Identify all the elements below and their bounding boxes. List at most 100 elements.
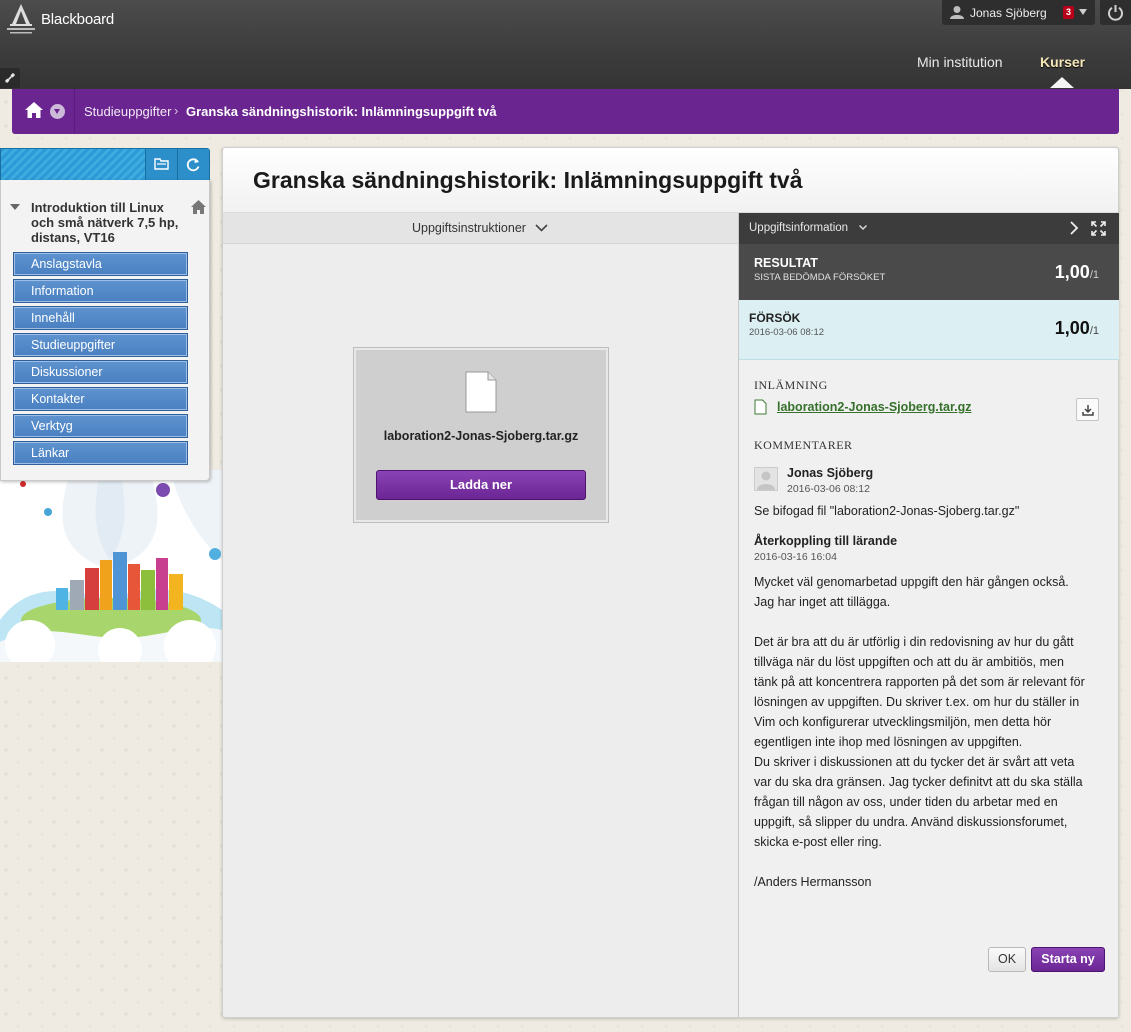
document-icon <box>754 399 767 415</box>
submission-file-link[interactable]: laboration2-Jonas-Sjoberg.tar.gz <box>777 400 971 414</box>
course-menu-toolbar <box>0 148 210 181</box>
attempt-score: 1,00 <box>1054 318 1090 338</box>
feedback-title: Återkoppling till lärande <box>754 534 898 548</box>
course-menu-toggle-icon[interactable] <box>10 204 20 210</box>
link-icon <box>5 73 15 83</box>
feedback-line: egentligen inte ihop med lösningen av up… <box>754 735 1023 749</box>
logout-button[interactable] <box>1100 0 1131 25</box>
file-name: laboration2-Jonas-Sjoberg.tar.gz <box>383 429 579 443</box>
attempt-date: 2016-03-06 08:12 <box>749 327 825 338</box>
course-menu-item-kontakter[interactable]: Kontakter <box>13 387 188 411</box>
feedback-line: Mycket väl genomarbetad uppgift den här … <box>754 575 1069 589</box>
course-menu-item-innehall[interactable]: Innehåll <box>13 306 188 330</box>
ok-button[interactable]: OK <box>988 947 1026 972</box>
expand-icon[interactable] <box>1091 221 1106 236</box>
attempt-grade: 1,00/1 <box>1055 318 1099 339</box>
course-title-line: Introduktion till Linux <box>31 200 164 215</box>
main-content-panel: Granska sändningshistorik: Inlämningsupp… <box>222 147 1119 1018</box>
avatar <box>754 467 778 491</box>
folder-view-button[interactable] <box>145 149 177 180</box>
course-title-line: distans, VT16 <box>31 230 115 245</box>
grade-value: 1,00/1 <box>1055 262 1099 283</box>
user-name: Jonas Sjöberg <box>970 6 1047 20</box>
user-icon <box>757 471 775 490</box>
grade-label: RESULTAT <box>754 256 818 270</box>
comments-heading: KOMMENTARER <box>754 438 853 452</box>
course-menu-item-diskussioner[interactable]: Diskussioner <box>13 360 188 384</box>
breadcrumb-divider <box>74 89 75 134</box>
feedback-line: Det är bra att du är utförlig i din redo… <box>754 635 1074 649</box>
university-logo-icon <box>7 4 35 34</box>
breadcrumb: Studieuppgifter › Granska sändningshisto… <box>12 89 1119 134</box>
quick-links-button[interactable] <box>0 68 20 88</box>
feedback-line: /Anders Hermansson <box>754 875 872 889</box>
instructions-label: Uppgiftsinstruktioner <box>412 221 526 235</box>
chevron-down-icon <box>535 224 548 232</box>
feedback-line: skicka e-post eller ring. <box>754 835 882 849</box>
feedback-line: var du ska dra gränsen. Jag tycker defin… <box>754 775 1083 789</box>
refresh-button[interactable] <box>177 149 209 180</box>
feedback-line: Jag har inget att tillägga. <box>754 595 891 609</box>
grade-sublabel: SISTA BEDÖMDA FÖRSÖKET <box>754 272 886 283</box>
course-menu-item-lankar[interactable]: Länkar <box>13 441 188 465</box>
page-title: Granska sändningshistorik: Inlämningsupp… <box>253 167 803 193</box>
home-icon[interactable] <box>25 102 43 118</box>
info-panel-header: Uppgiftsinformation <box>739 213 1119 244</box>
city-illustration <box>0 470 222 662</box>
tab-my-institution[interactable]: Min institution <box>917 54 1003 70</box>
file-preview-card: laboration2-Jonas-Sjoberg.tar.gz Ladda n… <box>353 347 609 523</box>
active-tab-pointer <box>1050 77 1074 88</box>
feedback-line: Vim och konfigurerar utvecklingsmiljön, … <box>754 715 1052 729</box>
refresh-icon <box>186 158 200 172</box>
instructions-toggle[interactable]: Uppgiftsinstruktioner <box>223 213 738 244</box>
attempt-label: FÖRSÖK <box>749 311 801 325</box>
course-banner-illustration <box>0 470 222 662</box>
page-title-bar: Granska sändningshistorik: Inlämningsupp… <box>223 148 1118 213</box>
notification-badge[interactable]: 3 <box>1063 6 1074 19</box>
comment-date: 2016-03-06 08:12 <box>787 483 870 495</box>
home-icon[interactable] <box>191 200 206 214</box>
course-menu-item-anslagstavla[interactable]: Anslagstavla <box>13 252 188 276</box>
feedback-line: uppgift, så slipper du undra. Använd dis… <box>754 815 1068 829</box>
course-menu-item-verktyg[interactable]: Verktyg <box>13 414 188 438</box>
feedback-line: frågan till någon av oss, under tiden du… <box>754 795 1058 809</box>
breadcrumb-separator: › <box>174 103 179 118</box>
grade-summary: RESULTAT SISTA BEDÖMDA FÖRSÖKET 1,00/1 <box>739 244 1119 300</box>
institution-logo[interactable]: Blackboard <box>2 2 122 36</box>
document-icon <box>465 371 497 413</box>
feedback-line: Du skriver i diskussionen att du tycker … <box>754 755 1075 769</box>
comment-author: Jonas Sjöberg <box>787 466 874 480</box>
feedback-text: Mycket väl genomarbetad uppgift den här … <box>754 572 1109 892</box>
submission-heading: INLÄMNING <box>754 378 828 392</box>
info-panel-title[interactable]: Uppgiftsinformation <box>749 222 848 234</box>
comment-text: Se bifogad fil "laboration2-Jonas-Sjober… <box>754 504 1020 518</box>
tab-courses[interactable]: Kurser <box>1040 54 1085 70</box>
course-menu-item-information[interactable]: Information <box>13 279 188 303</box>
assignment-info-panel: Uppgiftsinformation RESULTAT SISTA BEDÖM… <box>738 213 1119 1017</box>
feedback-line: tillväga när du löst uppgiften och att d… <box>754 655 1064 669</box>
power-icon <box>1108 5 1123 21</box>
feedback-line: lösningen av uppgiften. Du skriver t.ex.… <box>754 695 1080 709</box>
chevron-down-icon[interactable] <box>1079 9 1087 15</box>
chevron-right-icon[interactable] <box>1068 221 1080 235</box>
chevron-down-icon[interactable] <box>859 225 867 230</box>
feedback-line <box>754 852 1109 872</box>
grade-score: 1,00 <box>1054 262 1090 282</box>
feedback-line <box>754 612 1109 632</box>
logo-text: Blackboard <box>41 11 115 28</box>
breadcrumb-menu-icon[interactable] <box>50 104 65 119</box>
download-file-button[interactable] <box>1076 398 1099 421</box>
top-header: Blackboard Jonas Sjöberg 3 Min instituti… <box>0 0 1131 89</box>
attempt-row[interactable]: FÖRSÖK 2016-03-06 08:12 1,00/1 <box>739 300 1119 360</box>
grade-denominator: /1 <box>1089 269 1099 281</box>
start-new-button[interactable]: Starta ny <box>1031 947 1105 972</box>
feedback-line: tänk på att koncentrera rapporten på det… <box>754 675 1085 689</box>
download-icon <box>1082 405 1094 416</box>
course-title[interactable]: Introduktion till Linux och små nätverk … <box>31 200 189 245</box>
user-menu[interactable]: Jonas Sjöberg 3 <box>942 0 1095 25</box>
folder-icon <box>154 158 169 170</box>
download-button[interactable]: Ladda ner <box>376 470 586 500</box>
breadcrumb-item-studieuppgifter[interactable]: Studieuppgifter <box>84 104 171 119</box>
feedback-date: 2016-03-16 16:04 <box>754 551 837 563</box>
course-menu-item-studieuppgifter[interactable]: Studieuppgifter <box>13 333 188 357</box>
